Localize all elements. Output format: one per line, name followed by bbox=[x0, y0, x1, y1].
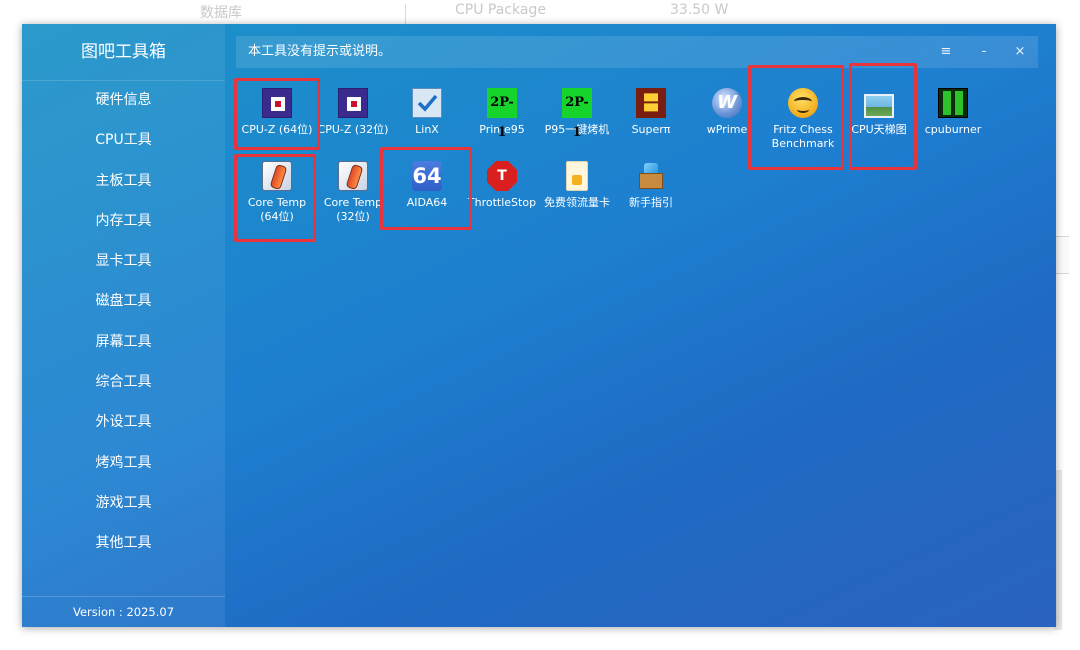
wprime-orb-icon: W bbox=[712, 88, 742, 118]
tool-cpu-ladder[interactable]: CPU天梯图 bbox=[841, 88, 917, 137]
tool-label: ThrottleStop bbox=[467, 196, 537, 209]
cpu-chip-icon bbox=[262, 88, 292, 118]
aida64-icon: 64 bbox=[412, 161, 442, 191]
tool-free-data-card[interactable]: 免费领流量卡 bbox=[539, 161, 615, 210]
app-window: 图吧工具箱 硬件信息 CPU工具 主板工具 内存工具 显卡工具 磁盘工具 屏幕工… bbox=[22, 24, 1056, 627]
tool-label: Core Temp bbox=[247, 196, 307, 209]
sidebar-item-motherboard-tools[interactable]: 主板工具 bbox=[22, 161, 225, 201]
sidebar-item-memory-tools[interactable]: 内存工具 bbox=[22, 201, 225, 241]
sidebar-item-game-tools[interactable]: 游戏工具 bbox=[22, 483, 225, 523]
prime-formula-icon: 2P-1 bbox=[487, 88, 517, 140]
version-label: Version : 2025.07 bbox=[22, 596, 225, 627]
tool-p95-oneclick[interactable]: 2P-1 P95一键烤机 bbox=[539, 88, 615, 140]
thermometer-icon bbox=[338, 161, 368, 191]
background-window-header: 数据库 CPU Package 33.50 W bbox=[60, 0, 760, 24]
sidebar-nav: 硬件信息 CPU工具 主板工具 内存工具 显卡工具 磁盘工具 屏幕工具 综合工具… bbox=[22, 80, 225, 564]
background-text: 数据库 bbox=[200, 5, 242, 21]
background-separator bbox=[405, 4, 406, 24]
sidebar-item-general-tools[interactable]: 综合工具 bbox=[22, 362, 225, 402]
tool-label-line2: (32位) bbox=[336, 210, 370, 223]
tool-label: wPrime bbox=[706, 123, 748, 136]
sidebar-item-disk-tools[interactable]: 磁盘工具 bbox=[22, 281, 225, 321]
tool-label: 新手指引 bbox=[629, 196, 673, 209]
prime-formula-icon: 2P-1 bbox=[562, 88, 592, 140]
smiley-face-icon bbox=[788, 88, 818, 118]
sidebar-item-hardware-info[interactable]: 硬件信息 bbox=[22, 80, 225, 120]
tool-cpuburner[interactable]: cpuburner bbox=[915, 88, 991, 137]
tool-label: 免费领流量卡 bbox=[544, 196, 610, 209]
tool-cpuz-64[interactable]: CPU-Z (64位) bbox=[239, 88, 315, 137]
tool-coretemp-32[interactable]: Core Temp (32位) bbox=[315, 161, 391, 224]
close-button[interactable]: × bbox=[1007, 36, 1033, 68]
hint-bar: 本工具没有提示或说明。 ≡ - × bbox=[236, 36, 1038, 68]
tool-label: Core Temp bbox=[323, 196, 383, 209]
sidebar-item-cpu-tools[interactable]: CPU工具 bbox=[22, 120, 225, 160]
tool-aida64[interactable]: 64 AIDA64 bbox=[389, 161, 465, 210]
sidebar-item-peripheral-tools[interactable]: 外设工具 bbox=[22, 402, 225, 442]
thermometer-icon bbox=[262, 161, 292, 191]
tool-label: Fritz Chess bbox=[773, 123, 833, 136]
tool-beginner-guide[interactable]: 新手指引 bbox=[613, 161, 689, 210]
tool-fritz-chess-benchmark[interactable]: Fritz Chess Benchmark bbox=[765, 88, 841, 151]
green-bars-icon bbox=[938, 88, 968, 118]
tool-coretemp-64[interactable]: Core Temp (64位) bbox=[239, 161, 315, 224]
tool-label: LinX bbox=[415, 123, 439, 136]
cpu-chip-icon bbox=[338, 88, 368, 118]
minimize-button[interactable]: - bbox=[971, 36, 997, 68]
super-pi-icon: ▆▆ ▆▆ bbox=[636, 88, 666, 118]
sidebar-item-screen-tools[interactable]: 屏幕工具 bbox=[22, 322, 225, 362]
sidebar-item-stress-test-tools[interactable]: 烤鸡工具 bbox=[22, 443, 225, 483]
tool-prime95[interactable]: 2P-1 Prime95 bbox=[464, 88, 540, 140]
sidebar-item-gpu-tools[interactable]: 显卡工具 bbox=[22, 241, 225, 281]
landscape-picture-icon bbox=[864, 94, 894, 118]
desktop: 数据库 CPU Package 33.50 W 图吧工具箱 硬件信息 CPU工具… bbox=[0, 0, 1080, 650]
tool-label: CPU天梯图 bbox=[851, 123, 907, 136]
gift-box-icon bbox=[636, 161, 666, 191]
tool-label-line2: Benchmark bbox=[771, 137, 835, 150]
tool-label-line2: (64位) bbox=[260, 210, 294, 223]
hint-text: 本工具没有提示或说明。 bbox=[248, 44, 392, 59]
tool-linx[interactable]: LinX bbox=[389, 88, 465, 137]
tool-cpuz-32[interactable]: CPU-Z (32位) bbox=[315, 88, 391, 137]
tool-label: AIDA64 bbox=[406, 196, 448, 209]
background-text: CPU Package bbox=[455, 2, 546, 18]
stop-sign-icon: T bbox=[487, 161, 517, 191]
background-text: 33.50 W bbox=[670, 2, 729, 18]
checkbox-icon bbox=[412, 88, 442, 118]
tool-superpi[interactable]: ▆▆ ▆▆ Superπ bbox=[613, 88, 689, 137]
tool-label: CPU-Z (32位) bbox=[317, 123, 389, 136]
menu-icon[interactable]: ≡ bbox=[933, 36, 959, 68]
sidebar: 图吧工具箱 硬件信息 CPU工具 主板工具 内存工具 显卡工具 磁盘工具 屏幕工… bbox=[22, 24, 225, 627]
tool-label: CPU-Z (64位) bbox=[241, 123, 313, 136]
app-title: 图吧工具箱 bbox=[22, 24, 225, 81]
tool-throttlestop[interactable]: T ThrottleStop bbox=[464, 161, 540, 210]
sidebar-item-other-tools[interactable]: 其他工具 bbox=[22, 523, 225, 563]
tool-label: Superπ bbox=[631, 123, 671, 136]
tool-wprime[interactable]: W wPrime bbox=[689, 88, 765, 137]
sim-card-icon bbox=[566, 161, 588, 191]
tool-label: cpuburner bbox=[924, 123, 982, 136]
